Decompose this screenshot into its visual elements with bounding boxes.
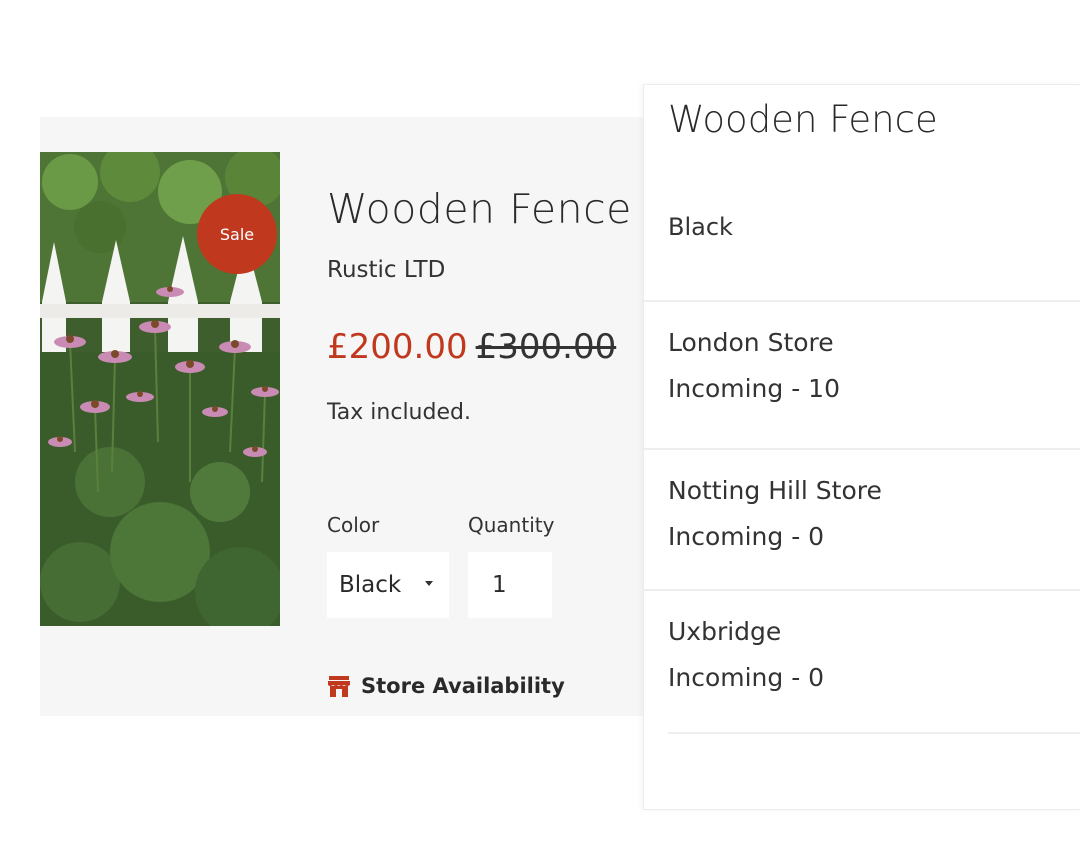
sale-badge: Sale [197,194,277,274]
color-select-value: Black [339,572,402,598]
compare-at-price: £300.00 [475,327,617,367]
chevron-down-icon [425,581,433,586]
product-info: Wooden Fence Rustic LTD £200.00 £300.00 T… [327,117,660,716]
quantity-label: Quantity [468,513,555,537]
drawer-header: Wooden Fence Black [644,85,1080,302]
store-row: Uxbridge Incoming - 0 [644,591,1080,734]
drawer-divider [668,732,1080,734]
drawer-variant: Black [668,213,733,241]
store-name: London Store [668,328,834,357]
store-icon [328,676,350,697]
store-list: London Store Incoming - 10 Notting Hill … [644,302,1080,734]
product-card: Sale Wooden Fence Rustic LTD £200.00 £300… [40,117,660,716]
color-select[interactable]: Black [327,552,449,618]
product-vendor: Rustic LTD [327,257,446,283]
store-status: Incoming - 0 [668,663,825,692]
store-availability-label: Store Availability [361,674,565,698]
store-name: Uxbridge [668,617,782,646]
quantity-input[interactable]: 1 [468,552,552,618]
tax-note: Tax included. [327,400,471,425]
store-row: London Store Incoming - 10 [644,302,1080,450]
product-title: Wooden Fence [327,185,632,233]
store-status: Incoming - 10 [668,374,840,403]
drawer-title: Wooden Fence [668,98,938,141]
store-status: Incoming - 0 [668,522,825,551]
product-image[interactable]: Sale [40,152,280,626]
page: Sale Wooden Fence Rustic LTD £200.00 £300… [0,0,1080,850]
price-row: £200.00 £300.00 [327,327,616,367]
sale-price: £200.00 [327,327,468,367]
store-availability-drawer: Wooden Fence Black London Store Incoming… [643,84,1080,810]
store-row: Notting Hill Store Incoming - 0 [644,450,1080,591]
quantity-value: 1 [492,572,507,598]
store-availability-button[interactable]: Store Availability [327,674,565,698]
color-label: Color [327,513,380,537]
store-name: Notting Hill Store [668,476,882,505]
